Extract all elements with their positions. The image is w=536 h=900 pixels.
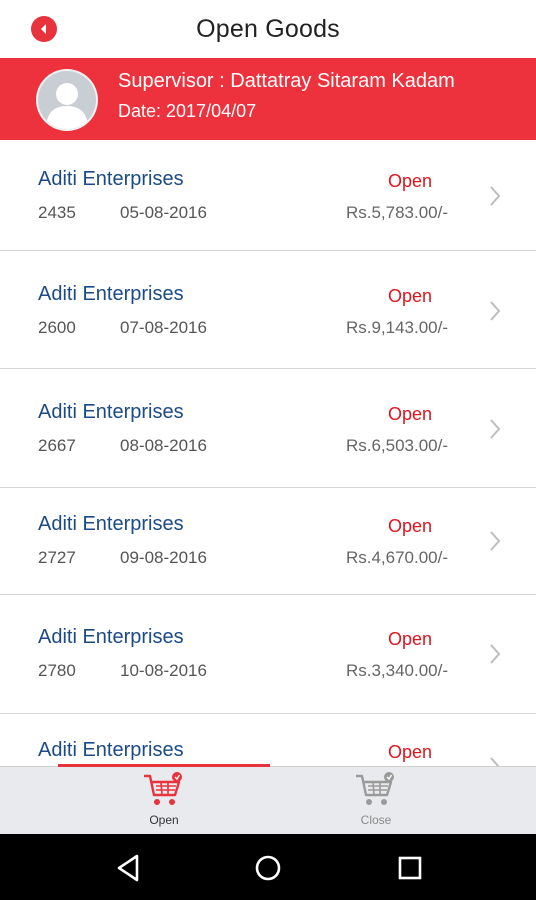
order-date: 10-08-2016 (120, 661, 207, 680)
tab-close[interactable]: Close (296, 767, 456, 835)
page-title: Open Goods (196, 14, 340, 43)
order-date: 09-08-2016 (120, 548, 207, 567)
home-circle-icon[interactable] (250, 850, 286, 886)
order-number: 2727 (38, 548, 76, 567)
order-amount: Rs.3,340.00/- (345, 661, 448, 680)
order-row[interactable]: Aditi Enterprises 2600 07-08-2016 Open R… (0, 251, 536, 369)
status-badge: Open (387, 516, 432, 536)
order-date: 05-08-2016 (120, 203, 207, 222)
tab-close-label: Close (360, 813, 392, 827)
cart-open-icon (144, 772, 182, 805)
party-name: Aditi Enterprises (38, 513, 184, 535)
chevron-right-icon (490, 419, 501, 439)
chevron-right-icon (490, 757, 500, 766)
bottom-tab-bar: Open Close (0, 764, 536, 835)
order-amount: Rs.5,783.00/- (345, 203, 448, 222)
system-navigation-bar (0, 834, 536, 900)
supervisor-name: Supervisor : Dattatray Sitaram Kadam (118, 70, 455, 92)
party-name: Aditi Enterprises (38, 401, 184, 423)
order-list: Aditi Enterprises 2435 05-08-2016 Open R… (0, 140, 536, 766)
order-row[interactable]: Aditi Enterprises 2667 08-08-2016 Open R… (0, 369, 536, 488)
party-name: Aditi Enterprises (38, 283, 184, 305)
app-header: Open Goods (0, 0, 536, 58)
status-badge: Open (387, 171, 432, 191)
avatar (38, 71, 96, 129)
order-row[interactable]: Aditi Enterprises Open (0, 714, 536, 766)
order-date: 08-08-2016 (120, 436, 207, 455)
status-badge: Open (387, 629, 432, 649)
order-row[interactable]: Aditi Enterprises 2435 05-08-2016 Open R… (0, 140, 536, 251)
order-date: 07-08-2016 (120, 318, 207, 337)
supervisor-date: Date: 2017/04/07 (118, 101, 257, 121)
chevron-right-icon (490, 531, 501, 551)
order-amount: Rs.4,670.00/- (345, 548, 448, 567)
recents-square-icon[interactable] (392, 850, 428, 886)
cart-close-icon (356, 772, 394, 805)
order-row[interactable]: Aditi Enterprises 2727 09-08-2016 Open R… (0, 488, 536, 595)
tab-open[interactable]: Open (84, 767, 244, 835)
order-number: 2600 (38, 318, 76, 337)
order-number: 2667 (38, 436, 76, 455)
chevron-right-icon (490, 301, 501, 321)
order-number: 2435 (38, 203, 76, 222)
back-triangle-icon[interactable] (110, 850, 146, 886)
order-amount: Rs.9,143.00/- (345, 318, 448, 337)
party-name: Aditi Enterprises (38, 168, 184, 190)
chevron-right-icon (490, 186, 501, 206)
status-badge: Open (387, 404, 432, 424)
back-arrow-icon (41, 24, 46, 34)
order-amount: Rs.6,503.00/- (345, 436, 448, 455)
party-name: Aditi Enterprises (38, 739, 184, 761)
user-silhouette-icon (46, 83, 88, 129)
chevron-right-icon (490, 644, 501, 664)
supervisor-banner: Supervisor : Dattatray Sitaram Kadam Dat… (0, 58, 536, 140)
tab-open-label: Open (149, 813, 179, 827)
order-number: 2780 (38, 661, 76, 680)
back-button[interactable] (31, 16, 57, 42)
party-name: Aditi Enterprises (38, 626, 184, 648)
order-row[interactable]: Aditi Enterprises 2780 10-08-2016 Open R… (0, 595, 536, 714)
status-badge: Open (387, 286, 432, 306)
status-badge: Open (387, 742, 432, 762)
